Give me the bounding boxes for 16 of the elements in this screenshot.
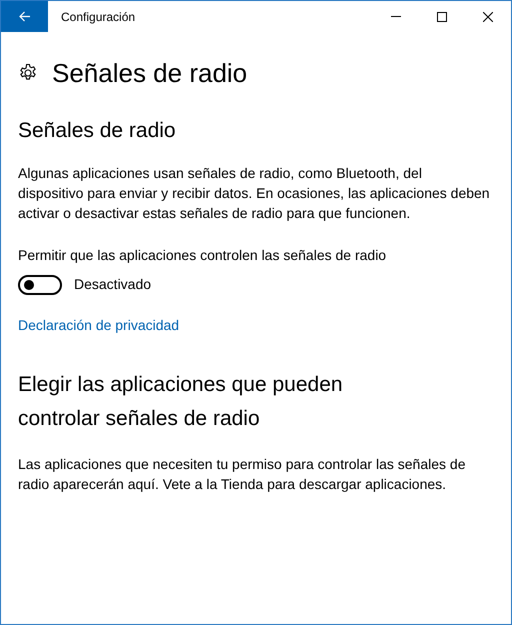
back-arrow-icon — [18, 11, 30, 22]
close-icon — [483, 12, 493, 22]
window-title: Configuración — [61, 8, 136, 26]
section-description: Las aplicaciones que necesiten tu permiso para controlar las señales de radio aparecerán aquí. Vete a la Tienda para descargar aplicaciones. — [18, 455, 466, 494]
maximize-icon — [437, 12, 447, 22]
toggle-switch[interactable] — [18, 274, 62, 294]
back-button[interactable] — [1, 1, 48, 32]
toggle-state: Desactivado — [74, 275, 152, 294]
section-heading: Señales de radio — [18, 118, 177, 144]
section-description: Algunas aplicaciones usan señales de radio, como Bluetooth, del dispositivo para enviar y recibir datos. En ocasiones, las aplicaciones deben activar o desactivar estas señales de radio para que funcionen. — [18, 164, 491, 223]
toggle-label: Permitir que las aplicaciones controlen las señales de radio — [18, 246, 388, 265]
toggle-knob — [24, 280, 34, 290]
minimize-icon — [391, 16, 401, 17]
page-title: Señales de radio — [52, 60, 248, 86]
section-heading: Elegir las aplicaciones que pueden controlar señales de radio — [18, 372, 344, 432]
privacy-link[interactable]: Declaración de privacidad — [18, 317, 180, 333]
